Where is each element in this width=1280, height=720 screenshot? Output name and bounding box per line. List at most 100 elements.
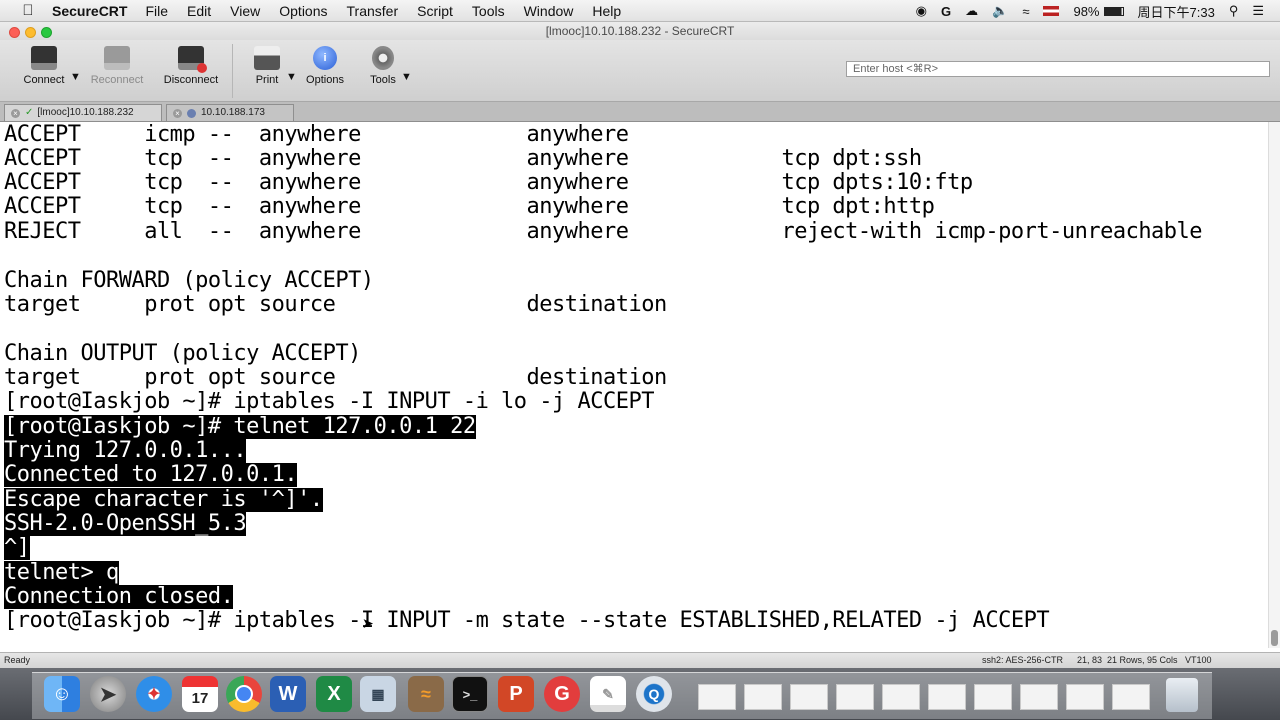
sublime-icon[interactable]: ≈: [408, 676, 444, 712]
reconnect-label: Reconnect: [90, 74, 144, 86]
terminal-output[interactable]: ACCEPT icmp -- anywhere anywhere ACCEPT …: [0, 122, 1268, 648]
zoom-window-button[interactable]: [41, 27, 52, 38]
tools-button[interactable]: Tools: [366, 46, 400, 86]
word-icon[interactable]: W: [270, 676, 306, 712]
info-icon: i: [313, 46, 337, 70]
dock-window-thumbnail[interactable]: [836, 684, 874, 710]
quicktime-icon[interactable]: Q: [636, 676, 672, 712]
menu-help[interactable]: Help: [592, 3, 621, 19]
launchpad-icon[interactable]: ➤: [90, 676, 126, 712]
toolbar-separator: [232, 44, 233, 98]
menubar-clock[interactable]: 周日下午7:33: [1138, 2, 1215, 21]
battery-icon[interactable]: [1103, 6, 1124, 16]
dock-window-thumbnail[interactable]: [1020, 684, 1058, 710]
safari-icon[interactable]: ✦: [136, 676, 172, 712]
menu-script[interactable]: Script: [417, 3, 453, 19]
menu-view[interactable]: View: [230, 3, 260, 19]
terminal-line: ACCEPT tcp -- anywhere anywhere tcp dpt:…: [4, 194, 935, 219]
calendar-icon[interactable]: 17: [182, 676, 218, 712]
menu-tools[interactable]: Tools: [472, 3, 505, 19]
terminal-line: target prot opt source destination: [4, 292, 667, 317]
terminal-line-selected: telnet> q: [4, 560, 119, 585]
printer-icon: [254, 46, 280, 70]
print-label: Print: [255, 74, 279, 86]
volume-icon[interactable]: 🔈: [992, 3, 1008, 19]
terminal-scrollbar[interactable]: [1268, 122, 1280, 648]
terminal-line: ACCEPT icmp -- anywhere anywhere: [4, 122, 629, 147]
grammarly-icon[interactable]: G: [941, 4, 951, 19]
terminal-line-selected: Connection closed.: [4, 584, 234, 609]
connect-button[interactable]: Connect: [20, 46, 68, 86]
status-cipher: ssh2: AES-256-CTR: [982, 655, 1064, 665]
scrollbar-thumb[interactable]: [1271, 630, 1278, 646]
check-icon: ✓: [25, 107, 34, 118]
terminal-line: REJECT all -- anywhere anywhere reject-w…: [4, 219, 1203, 244]
tab-session-1[interactable]: × ✓ [lmooc]10.10.188.232: [4, 104, 162, 121]
dock-window-thumbnail[interactable]: [744, 684, 782, 710]
close-window-button[interactable]: [9, 27, 20, 38]
menu-options[interactable]: Options: [279, 3, 327, 19]
disconnect-button[interactable]: Disconnect: [160, 46, 222, 86]
textedit-icon[interactable]: ✎: [590, 676, 626, 712]
options-label: Options: [306, 74, 344, 86]
tools-dropdown-icon[interactable]: ▼: [401, 71, 412, 83]
record-icon[interactable]: ◉: [916, 3, 927, 19]
options-button[interactable]: i Options: [302, 46, 348, 86]
tab-session-2-label: 10.10.188.173: [201, 107, 265, 118]
finder-icon[interactable]: ☺: [44, 676, 80, 712]
menu-transfer[interactable]: Transfer: [347, 3, 399, 19]
reconnect-button[interactable]: Reconnect: [86, 46, 148, 86]
wifi-icon[interactable]: ≈: [1022, 4, 1029, 19]
menu-edit[interactable]: Edit: [187, 3, 211, 19]
dock-window-thumbnail[interactable]: [1066, 684, 1104, 710]
terminal-line: Chain FORWARD (policy ACCEPT): [4, 268, 374, 293]
status-ready: Ready: [4, 655, 31, 665]
notification-center-icon[interactable]: ☰: [1252, 3, 1264, 19]
dock-window-thumbnail[interactable]: [974, 684, 1012, 710]
dock-window-thumbnail[interactable]: [1112, 684, 1150, 710]
menubar:  SecureCRT File Edit View Options Trans…: [0, 0, 1280, 22]
close-tab-icon[interactable]: ×: [11, 108, 20, 118]
dock-window-thumbnail[interactable]: [882, 684, 920, 710]
menu-app-name[interactable]: SecureCRT: [52, 3, 127, 19]
dock-window-thumbnail[interactable]: [928, 684, 966, 710]
dock-window-thumbnail[interactable]: [698, 684, 736, 710]
chrome-icon[interactable]: [226, 676, 262, 712]
powerpoint-icon[interactable]: P: [498, 676, 534, 712]
minimize-window-button[interactable]: [25, 27, 36, 38]
preview-icon[interactable]: ▦: [360, 676, 396, 712]
cloud-icon[interactable]: ☁: [965, 3, 978, 19]
reconnect-icon: [104, 46, 130, 70]
terminal-line: Chain OUTPUT (policy ACCEPT): [4, 341, 361, 366]
host-input[interactable]: Enter host <⌘R>: [846, 61, 1270, 77]
menu-window[interactable]: Window: [524, 3, 574, 19]
gear-icon: [372, 46, 394, 70]
excel-icon[interactable]: X: [316, 676, 352, 712]
disconnect-label: Disconnect: [163, 74, 219, 86]
connect-label: Connect: [23, 74, 65, 86]
terminal-line: ACCEPT tcp -- anywhere anywhere tcp dpt:…: [4, 146, 922, 171]
terminal-line-prompt: [root@Iaskjob ~]# iptables -I INPUT -m s…: [4, 608, 1050, 633]
terminal-line: [root@Iaskjob ~]# iptables -I INPUT -i l…: [4, 389, 655, 414]
tab-session-2[interactable]: × 10.10.188.173: [166, 104, 294, 121]
terminal-line-selected: Escape character is '^]'.: [4, 487, 323, 512]
grammarly-app-icon[interactable]: G: [544, 676, 580, 712]
monitor-icon: [31, 46, 57, 70]
menu-file[interactable]: File: [145, 3, 168, 19]
terminal-line-selected: SSH-2.0-OpenSSH_5.3: [4, 511, 247, 536]
connect-dropdown-icon[interactable]: ▼: [70, 71, 81, 83]
print-button[interactable]: Print: [250, 46, 284, 86]
terminal-icon[interactable]: >_: [452, 676, 488, 712]
terminal-line: target prot opt source destination: [4, 365, 667, 390]
spotlight-icon[interactable]: ⚲: [1229, 3, 1239, 19]
flag-icon[interactable]: [1043, 6, 1060, 16]
close-tab-icon[interactable]: ×: [173, 108, 182, 118]
apple-icon[interactable]: : [20, 2, 36, 19]
print-dropdown-icon[interactable]: ▼: [286, 71, 297, 83]
status-cursor-position: 21, 83: [1077, 655, 1103, 665]
terminal-line-selected: ^]: [4, 535, 30, 560]
dock-window-thumbnail[interactable]: [790, 684, 828, 710]
dock-trash-icon[interactable]: [1166, 678, 1198, 712]
terminal-line-selected: Trying 127.0.0.1...: [4, 438, 247, 463]
window-titlebar: [lmooc]10.10.188.232 - SecureCRT: [0, 22, 1280, 40]
